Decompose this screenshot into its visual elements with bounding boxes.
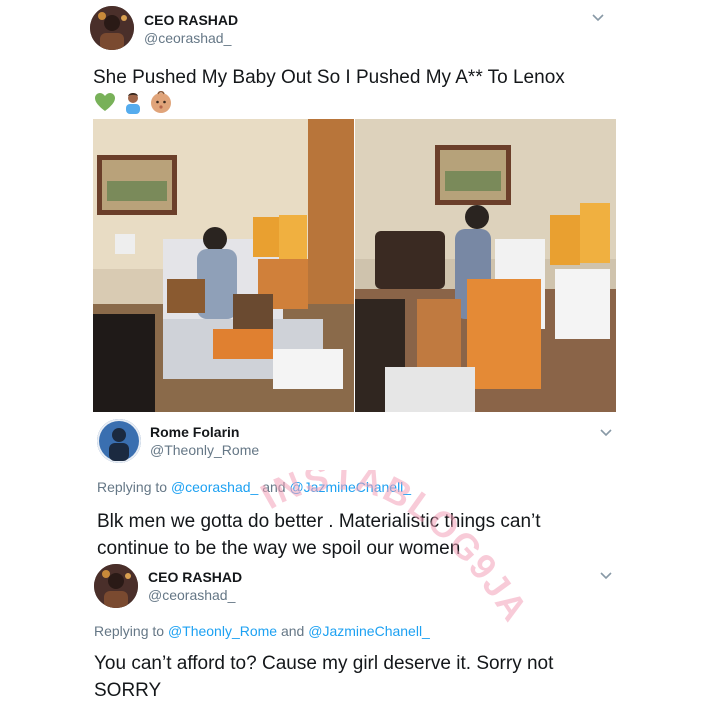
chevron-down-icon[interactable] (599, 568, 613, 582)
tweet-text: She Pushed My Baby Out So I Pushed My A*… (93, 67, 565, 88)
tweet-original: CEO RASHAD @ceorashad_ She Pushed My Bab… (0, 0, 720, 415)
tweet-text-line-2: continue to be the way we spoil our wome… (97, 538, 461, 559)
author-handle[interactable]: @ceorashad_ (144, 30, 231, 46)
replying-and: and (280, 623, 305, 639)
baby-boy-icon (121, 90, 145, 114)
chevron-down-icon[interactable] (591, 10, 605, 24)
tweet-reply-ceo: CEO RASHAD @ceorashad_ Replying to @Theo… (0, 560, 720, 727)
author-name[interactable]: CEO RASHAD (144, 12, 238, 28)
avatar-ceo-rashad[interactable] (90, 6, 134, 50)
replying-to: Replying to @Theonly_Rome and @JazmineCh… (94, 623, 430, 639)
mention-link[interactable]: @ceorashad_ (171, 479, 258, 495)
baby-face-icon (149, 90, 173, 114)
hospital-room-photo-2[interactable] (355, 119, 616, 412)
author-handle[interactable]: @ceorashad_ (148, 587, 235, 603)
tweet-text-line-1: You can’t afford to? Cause my girl deser… (94, 653, 554, 674)
author-handle[interactable]: @Theonly_Rome (150, 442, 259, 458)
chevron-down-icon[interactable] (599, 425, 613, 439)
author-name[interactable]: Rome Folarin (150, 424, 239, 440)
author-name[interactable]: CEO RASHAD (148, 569, 242, 585)
mention-link[interactable]: @JazmineChanell_ (289, 479, 411, 495)
green-heart-icon (93, 90, 117, 114)
replying-and: and (262, 479, 286, 495)
replying-to: Replying to @ceorashad_ and @JazmineChan… (97, 479, 411, 495)
tweet-text-line-1: Blk men we gotta do better . Materialist… (97, 511, 541, 532)
hospital-room-photo-1[interactable] (93, 119, 354, 412)
tweet-media[interactable] (93, 119, 616, 412)
avatar-rome-folarin[interactable] (97, 419, 141, 463)
avatar-ceo-rashad[interactable] (94, 564, 138, 608)
emoji-row (93, 90, 173, 114)
tweet-reply-rome: Rome Folarin @Theonly_Rome Replying to @… (0, 415, 720, 560)
mention-link[interactable]: @Theonly_Rome (168, 623, 277, 639)
tweet-text-line-2: SORRY (94, 680, 162, 701)
replying-prefix: Replying to (97, 479, 168, 495)
replying-prefix: Replying to (94, 623, 165, 639)
mention-link[interactable]: @JazmineChanell_ (308, 623, 430, 639)
